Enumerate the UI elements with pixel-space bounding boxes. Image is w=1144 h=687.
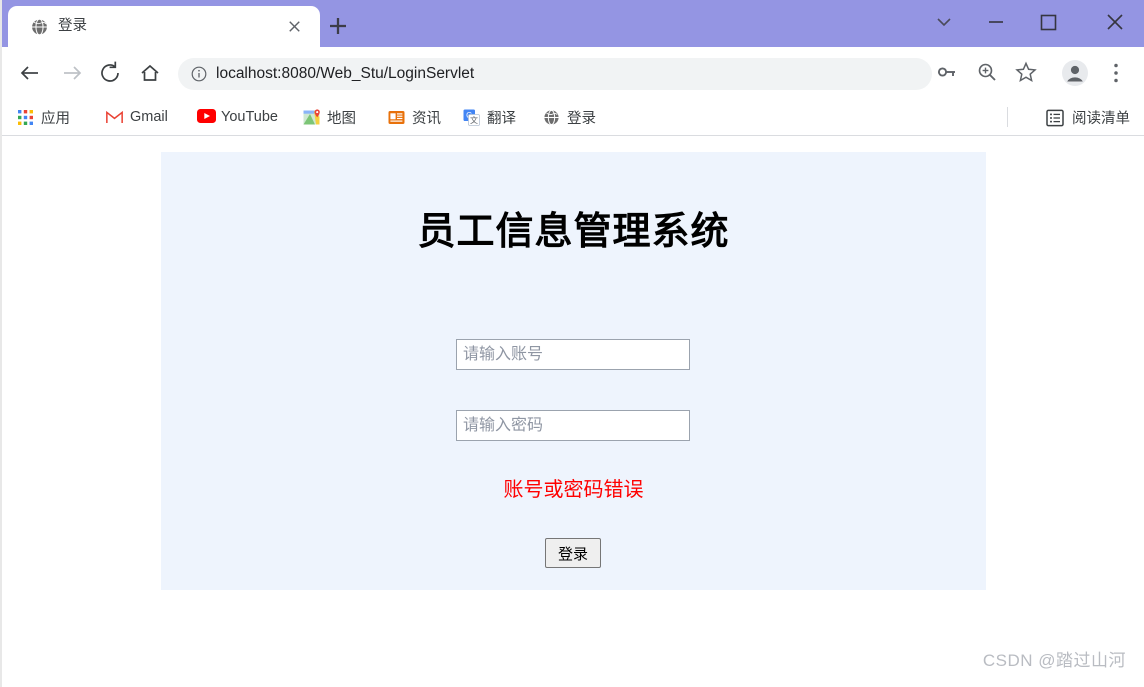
- bookmark-login[interactable]: 登录: [540, 99, 599, 135]
- news-icon: [388, 109, 405, 126]
- page-viewport: 员工信息管理系统 账号或密码错误 登录 CSDN @踏过山河: [2, 136, 1142, 685]
- chrome-menu-icon[interactable]: [1106, 60, 1126, 86]
- maps-icon: [303, 109, 320, 126]
- reading-list-icon: [1046, 109, 1063, 126]
- password-key-icon[interactable]: [935, 60, 959, 84]
- login-button[interactable]: 登录: [545, 538, 601, 568]
- error-message: 账号或密码错误: [161, 473, 986, 502]
- bookmark-label: 翻译: [487, 107, 516, 128]
- bookmark-translate[interactable]: G 文 翻译: [460, 99, 519, 135]
- avatar[interactable]: [1062, 60, 1088, 86]
- bookmark-label: 应用: [41, 107, 70, 128]
- close-window-button[interactable]: [1098, 7, 1132, 37]
- translate-icon: G 文: [463, 109, 480, 126]
- apps-grid-icon: [17, 109, 34, 126]
- tab-title: 登录: [58, 6, 273, 47]
- new-tab-button[interactable]: [325, 13, 351, 39]
- csdn-watermark: CSDN @踏过山河: [983, 646, 1126, 671]
- maximize-button[interactable]: [1031, 7, 1065, 37]
- info-circle-icon[interactable]: [191, 66, 207, 82]
- reading-list-label: 阅读清单: [1072, 107, 1130, 128]
- username-input[interactable]: [456, 339, 690, 370]
- login-panel: 员工信息管理系统 账号或密码错误 登录: [161, 152, 986, 590]
- bookmark-news[interactable]: 资讯: [385, 99, 444, 135]
- gmail-icon: [106, 109, 123, 126]
- bookmark-label: 地图: [327, 107, 356, 128]
- bookmark-star-icon[interactable]: [1014, 60, 1038, 84]
- globe-icon: [30, 18, 49, 37]
- address-bar[interactable]: localhost:8080/Web_Stu/LoginServlet: [178, 58, 932, 90]
- reload-icon[interactable]: [96, 59, 124, 87]
- forward-arrow-icon[interactable]: [58, 59, 86, 87]
- browser-tab[interactable]: 登录: [8, 6, 320, 47]
- home-icon[interactable]: [136, 59, 164, 87]
- browser-window: 登录: [0, 0, 1144, 687]
- password-input[interactable]: [456, 410, 690, 441]
- bookmark-label: Gmail: [130, 109, 168, 125]
- bookmarks-bar: 应用 Gmail YouTube: [0, 99, 1144, 136]
- bookmark-label: 登录: [567, 107, 596, 128]
- tab-strip: 登录: [0, 0, 1144, 47]
- bookmark-gmail[interactable]: Gmail: [103, 99, 171, 135]
- bookmark-apps[interactable]: 应用: [14, 99, 73, 135]
- close-icon[interactable]: [285, 17, 304, 36]
- svg-text:文: 文: [470, 115, 478, 125]
- youtube-icon: [197, 109, 214, 126]
- globe-icon: [543, 109, 560, 126]
- zoom-magnifier-icon[interactable]: [975, 60, 999, 84]
- bookmark-maps[interactable]: 地图: [300, 99, 359, 135]
- navigation-toolbar: localhost:8080/Web_Stu/LoginServlet: [0, 47, 1144, 99]
- search-tabs-button[interactable]: [927, 7, 961, 37]
- back-arrow-icon[interactable]: [16, 59, 44, 87]
- reading-list-button[interactable]: 阅读清单: [1046, 99, 1130, 135]
- minimize-button[interactable]: [979, 7, 1013, 37]
- address-bar-url: localhost:8080/Web_Stu/LoginServlet: [216, 58, 474, 90]
- page-title: 员工信息管理系统: [161, 200, 986, 255]
- bookmark-label: YouTube: [221, 109, 278, 125]
- bookmark-youtube[interactable]: YouTube: [194, 99, 281, 135]
- bookmarks-separator: [1007, 107, 1008, 127]
- bookmark-label: 资讯: [412, 107, 441, 128]
